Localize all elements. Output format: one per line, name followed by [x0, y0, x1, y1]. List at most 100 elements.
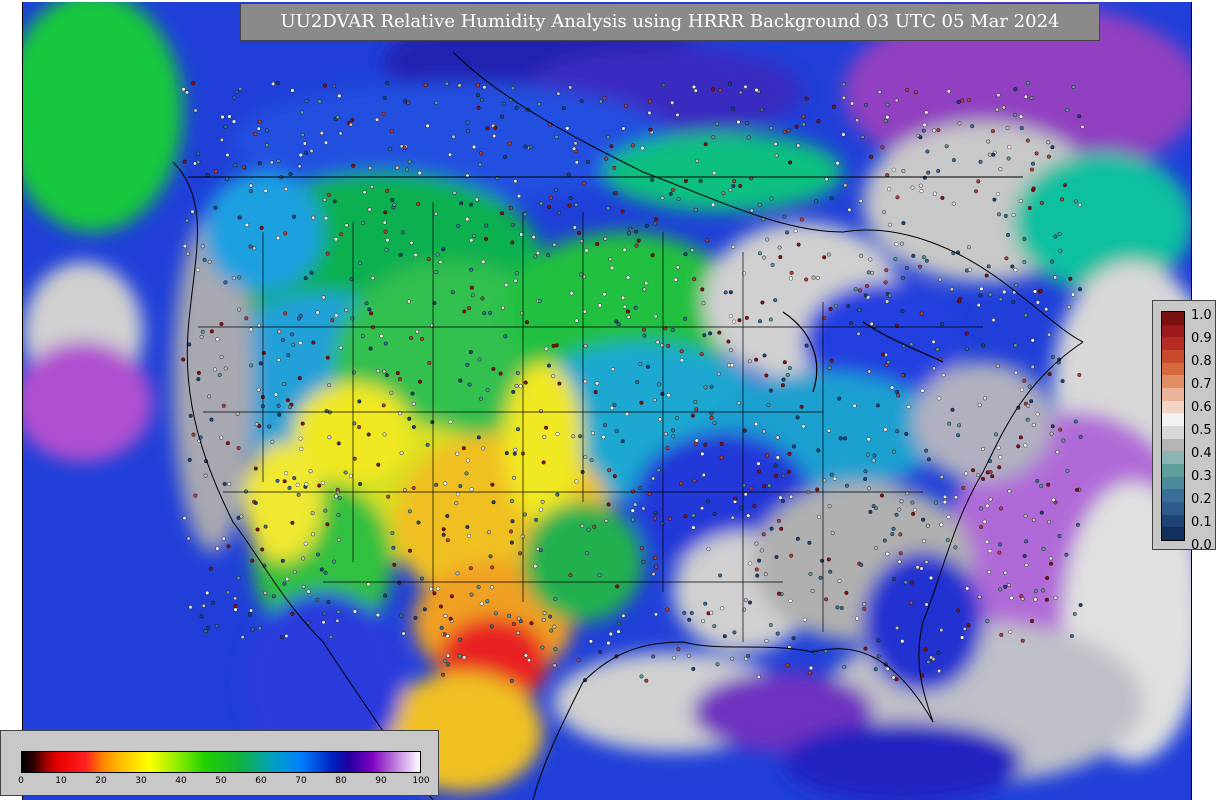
station-dot — [671, 434, 676, 439]
station-dot — [217, 372, 222, 377]
station-dot — [474, 197, 479, 202]
station-dot — [709, 384, 714, 389]
station-dot — [712, 170, 717, 175]
station-dot — [701, 619, 706, 624]
station-dot — [754, 567, 759, 572]
station-dot — [786, 128, 791, 133]
rh-colorbar-tick-label: 0.9 — [1191, 331, 1212, 346]
station-dot — [863, 293, 868, 298]
humidity-colorbar-tick-label: 80 — [335, 776, 347, 786]
station-dot — [890, 385, 895, 390]
station-dot — [650, 253, 655, 258]
station-dot — [666, 393, 671, 398]
station-dot — [998, 587, 1003, 592]
station-dot — [612, 165, 617, 170]
station-dot — [398, 252, 403, 257]
station-dot — [233, 607, 238, 612]
station-dot — [222, 482, 227, 487]
station-dot — [738, 90, 743, 95]
station-dot — [652, 398, 657, 403]
station-dot — [383, 210, 388, 215]
station-dot — [334, 313, 339, 318]
station-dot — [709, 415, 714, 420]
station-dot — [413, 252, 418, 257]
station-dot — [778, 255, 783, 260]
station-dot — [209, 417, 214, 422]
station-dot — [984, 273, 989, 278]
station-dot — [1053, 595, 1058, 600]
station-dot — [592, 524, 597, 529]
station-dot — [434, 270, 439, 275]
station-dot — [338, 131, 343, 136]
station-dot — [995, 107, 1000, 112]
humidity-map[interactable] — [22, 2, 1192, 800]
station-dot — [334, 237, 339, 242]
station-dot — [787, 451, 792, 456]
station-dot — [1030, 364, 1035, 369]
station-dot — [1073, 419, 1078, 424]
station-dot — [1034, 151, 1039, 156]
station-dot — [472, 144, 477, 149]
station-dot — [364, 301, 369, 306]
station-dot — [1053, 234, 1058, 239]
station-dot — [270, 439, 275, 444]
station-dot — [476, 435, 481, 440]
station-dot — [961, 485, 966, 490]
station-dot — [292, 214, 297, 219]
station-dot — [196, 370, 201, 375]
station-dot — [744, 315, 749, 320]
station-dot — [282, 581, 287, 586]
station-dot — [624, 103, 629, 108]
station-dot — [635, 380, 640, 385]
station-dot — [883, 427, 888, 432]
station-dot — [585, 551, 590, 556]
station-dot — [233, 596, 238, 601]
station-dot — [660, 343, 665, 348]
station-dot — [801, 122, 806, 127]
station-dot — [477, 357, 482, 362]
station-dot — [1004, 256, 1009, 261]
station-dot — [382, 432, 387, 437]
station-dot — [722, 634, 727, 639]
station-dot — [634, 229, 639, 234]
station-dot — [841, 95, 846, 100]
station-dot — [687, 617, 692, 622]
station-dot — [841, 132, 846, 137]
humidity-colorbar-tick-label: 100 — [412, 776, 430, 786]
station-dot — [926, 457, 931, 462]
station-dot — [401, 631, 406, 636]
station-dot — [743, 598, 748, 603]
station-dot — [653, 221, 658, 226]
station-dot — [871, 504, 876, 509]
station-dot — [895, 390, 900, 395]
station-dot — [306, 589, 311, 594]
station-dot — [621, 126, 626, 131]
station-dot — [730, 656, 735, 661]
station-dot — [995, 364, 1000, 369]
station-dot — [1026, 403, 1031, 408]
station-dot — [998, 297, 1003, 302]
station-dot — [434, 211, 439, 216]
station-dot — [520, 311, 525, 316]
station-dot — [773, 141, 778, 146]
station-dot — [602, 292, 607, 297]
station-dot — [334, 494, 339, 499]
station-dot — [773, 463, 778, 468]
station-dot — [940, 322, 945, 327]
station-dot — [866, 270, 871, 275]
station-dot — [593, 390, 598, 395]
station-dot — [909, 342, 914, 347]
station-dot — [679, 358, 684, 363]
station-dot — [384, 247, 389, 252]
station-dot — [531, 235, 536, 240]
station-dot — [220, 114, 225, 119]
station-dot — [597, 573, 602, 578]
station-dot — [248, 608, 253, 613]
station-dot — [900, 639, 905, 644]
station-dot — [661, 83, 666, 88]
station-dot — [979, 525, 984, 530]
station-dot — [276, 358, 281, 363]
station-dot — [683, 178, 688, 183]
station-dot — [1001, 105, 1006, 110]
station-dot — [1006, 156, 1011, 161]
